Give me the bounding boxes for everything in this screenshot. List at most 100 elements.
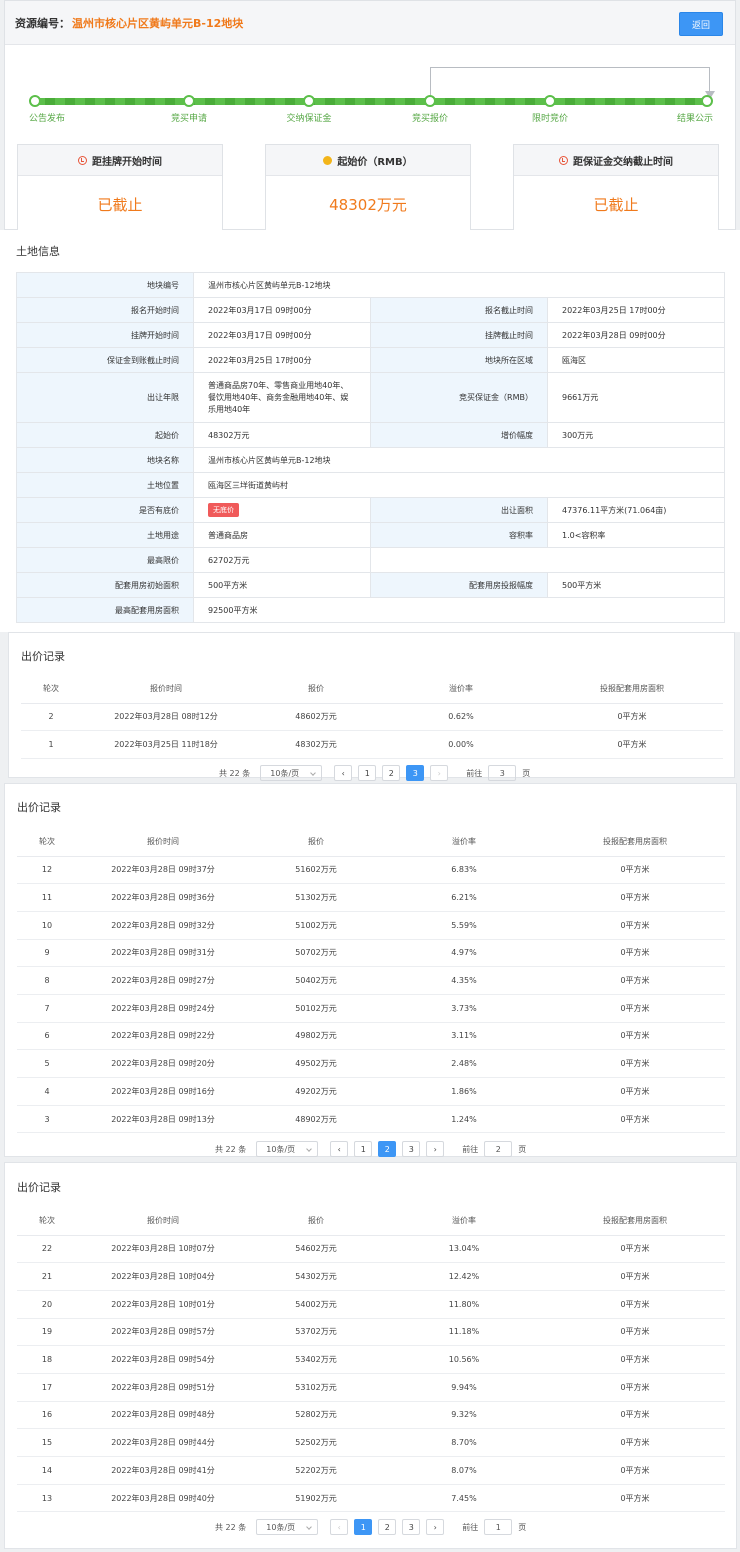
field-label: 增价幅度 [370, 422, 548, 448]
table-cell: 48902万元 [249, 1105, 383, 1134]
goto-input[interactable]: 2 [484, 1141, 513, 1157]
page-button-1[interactable]: 1 [354, 1141, 373, 1157]
page-button-1[interactable]: 1 [354, 1519, 373, 1535]
field-label: 出让年限 [16, 372, 194, 423]
table-cell: 21 [17, 1262, 77, 1291]
field-label: 报名截止时间 [370, 297, 548, 323]
field-value: 2022年03月25日 17时00分 [546, 297, 726, 323]
table-cell: 54002万元 [249, 1290, 383, 1319]
goto-suffix: 页 [518, 1522, 527, 1532]
land-info-row: 最高配套用房面积 92500平方米 [16, 597, 726, 623]
table-cell: 52502万元 [249, 1428, 383, 1457]
table-cell: 2 [21, 703, 81, 732]
prev-page-button[interactable]: ‹ [330, 1519, 349, 1535]
table-cell: 52202万元 [249, 1456, 383, 1485]
table-cell: 0平方米 [545, 1428, 725, 1457]
table-cell: 12.42% [383, 1262, 545, 1291]
land-info-row: 报名开始时间 2022年03月17日 09时00分 报名截止时间 2022年03月25… [16, 297, 726, 323]
table-cell: 0平方米 [545, 1290, 725, 1319]
page-button-2[interactable]: 2 [378, 1519, 397, 1535]
table-cell: 9.94% [383, 1373, 545, 1402]
column-header: 投报配套用房面积 [545, 828, 725, 857]
table-cell: 2022年03月28日 09时27分 [77, 966, 249, 995]
table-row: 3 2022年03月28日 09时13分 48902万元 1.24% 0平方米 [17, 1105, 725, 1134]
pagination: 共 22 条 10条/页 ‹ 1 2 3 › 前往 3 页 [219, 765, 530, 781]
table-cell: 2022年03月25日 11时18分 [81, 730, 251, 759]
field-value: 48302万元 [193, 422, 371, 448]
table-cell: 2022年03月28日 09时13分 [77, 1105, 249, 1134]
table-cell: 18 [17, 1345, 77, 1374]
table-cell: 49202万元 [249, 1077, 383, 1106]
page-button-2[interactable]: 2 [382, 765, 401, 781]
bid-record-table: 轮次 报价时间 报价 溢价率 投报配套用房面积 22 2022年03月28日 10时07分 5… [17, 1207, 725, 1513]
field-label: 出让面积 [370, 497, 548, 523]
page-button-1[interactable]: 1 [358, 765, 377, 781]
table-cell: 0平方米 [545, 1373, 725, 1402]
table-cell: 10.56% [383, 1345, 545, 1374]
goto-input[interactable]: 1 [484, 1519, 513, 1535]
table-cell: 50102万元 [249, 994, 383, 1023]
table-cell: 2022年03月28日 09时51分 [77, 1373, 249, 1402]
land-info-row: 土地用途 普通商品房 容积率 1.0<容积率 [16, 522, 726, 548]
page-button-3[interactable]: 3 [402, 1519, 421, 1535]
page-button-2[interactable]: 2 [378, 1141, 397, 1157]
bid-record-panel-page3: 出价记录 轮次 报价时间 报价 溢价率 投报配套用房面积 2 2022年03月28日 08时… [8, 632, 735, 781]
page-size-select[interactable]: 10条/页 [256, 1141, 319, 1157]
land-info-row: 保证金到账截止时间 2022年03月25日 17时00分 地块所在区域 瓯海区 [16, 347, 726, 373]
goto-label: 前往 [462, 1144, 479, 1154]
field-label: 报名开始时间 [16, 297, 194, 323]
table-cell: 2022年03月28日 09时22分 [77, 1022, 249, 1051]
table-cell: 53702万元 [249, 1318, 383, 1347]
goto-suffix: 页 [522, 768, 531, 778]
chevron-right-icon: › [433, 1144, 437, 1154]
page-button-3[interactable]: 3 [406, 765, 425, 781]
land-info-row: 地块编号 温州市核心片区黄屿单元B-12地块 [16, 272, 726, 298]
table-row: 19 2022年03月28日 09时57分 53702万元 11.18% 0平方米 [17, 1318, 725, 1347]
table-cell: 2022年03月28日 09时40分 [77, 1484, 249, 1513]
back-button[interactable]: 返回 [679, 12, 723, 36]
field-value: 500平方米 [546, 572, 726, 598]
table-row: 8 2022年03月28日 09时27分 50402万元 4.35% 0平方米 [17, 966, 725, 995]
page-size-select[interactable]: 10条/页 [256, 1519, 319, 1535]
field-label: 土地位置 [16, 472, 194, 498]
table-cell: 4.35% [383, 966, 545, 995]
prev-page-button[interactable]: ‹ [334, 765, 353, 781]
table-cell: 0平方米 [545, 911, 725, 940]
land-info-row: 起始价 48302万元 增价幅度 300万元 [16, 422, 726, 448]
table-cell: 4 [17, 1077, 77, 1106]
bid-record-table: 轮次 报价时间 报价 溢价率 投报配套用房面积 2 2022年03月28日 08时12分 48… [21, 675, 723, 759]
field-value: 普通商品房 [193, 522, 371, 548]
field-label: 最高限价 [16, 547, 194, 573]
clock-icon [78, 155, 87, 165]
next-page-button[interactable]: › [426, 1519, 445, 1535]
page-size-select[interactable]: 10条/页 [260, 765, 323, 781]
column-header: 轮次 [21, 675, 81, 704]
page-button-3[interactable]: 3 [402, 1141, 421, 1157]
table-row: 1 2022年03月25日 11时18分 48302万元 0.00% 0平方米 [21, 730, 723, 759]
table-cell: 51302万元 [249, 883, 383, 912]
chevron-left-icon: ‹ [341, 768, 345, 778]
land-info-row: 挂牌开始时间 2022年03月17日 09时00分 挂牌截止时间 2022年03月28… [16, 322, 726, 348]
goto-input[interactable]: 3 [488, 765, 517, 781]
prev-page-button[interactable]: ‹ [330, 1141, 349, 1157]
column-header: 报价 [249, 1207, 383, 1236]
table-cell: 2022年03月28日 10时01分 [77, 1290, 249, 1319]
table-cell: 2022年03月28日 09时24分 [77, 994, 249, 1023]
table-cell: 11.18% [383, 1318, 545, 1347]
land-info-row: 出让年限 普通商品房70年、零售商业用地40年、餐饮用地40年、商务金融用地40年… [16, 372, 726, 423]
field-value: 无底价 [193, 497, 371, 523]
next-page-button[interactable]: › [430, 765, 449, 781]
table-row: 10 2022年03月28日 09时32分 51002万元 5.59% 0平方米 [17, 911, 725, 940]
table-cell: 2022年03月28日 10时07分 [77, 1235, 249, 1264]
field-label: 是否有底价 [16, 497, 194, 523]
column-header: 溢价率 [381, 675, 541, 704]
field-value: 92500平方米 [192, 597, 726, 623]
bid-record-title: 出价记录 [17, 1181, 61, 1194]
table-cell: 13.04% [383, 1235, 545, 1264]
next-page-button[interactable]: › [426, 1141, 445, 1157]
table-cell: 0平方米 [545, 1484, 725, 1513]
table-cell: 53402万元 [249, 1345, 383, 1374]
field-value: 1.0<容积率 [546, 522, 726, 548]
field-label: 地块所在区域 [370, 347, 548, 373]
card-value: 48302万元 [329, 196, 407, 214]
